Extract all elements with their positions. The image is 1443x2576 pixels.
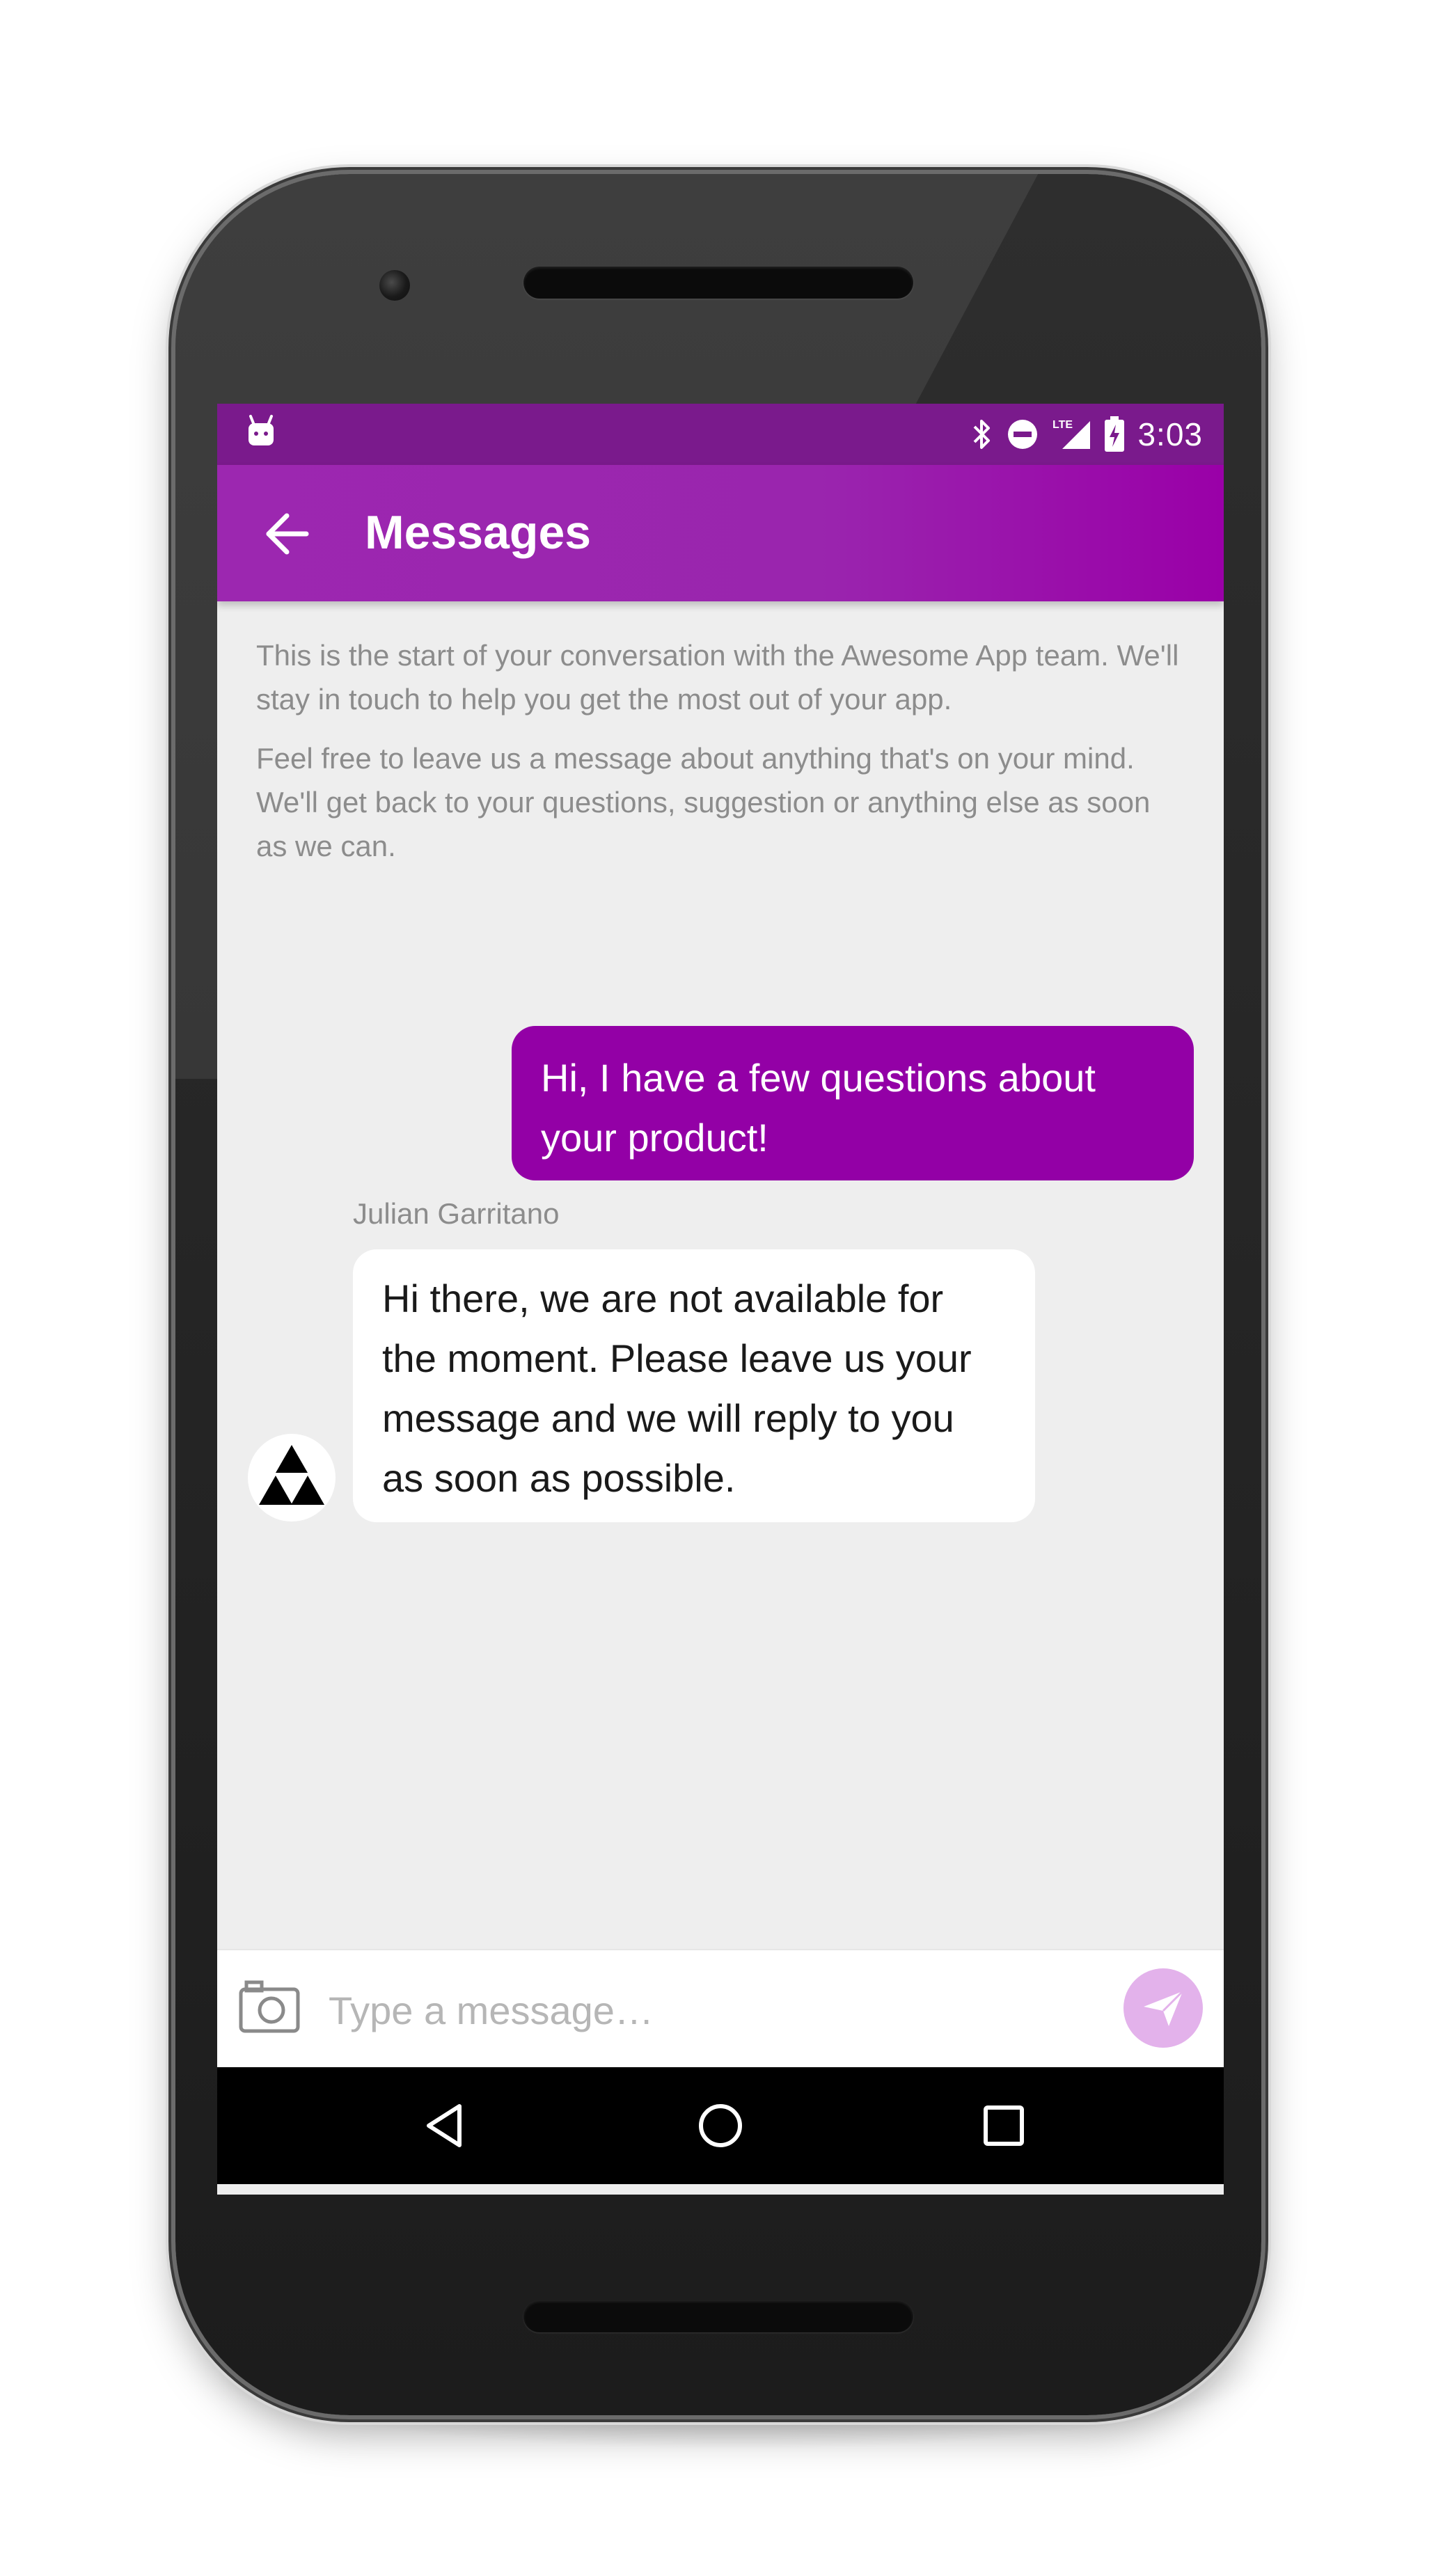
battery-charging-icon [1105,416,1125,452]
outgoing-message-bubble[interactable]: Hi, I have a few questions about your pr… [512,1026,1194,1180]
message-input[interactable] [327,1978,1054,2042]
front-camera [379,270,410,301]
nav-back-icon[interactable] [419,2098,475,2154]
status-icons: LTE 3:03 [972,404,1203,465]
navigation-bar [217,2067,1224,2184]
intro-paragraph-1: This is the start of your conversation w… [256,639,1179,716]
intro-paragraph-2: Feel free to leave us a message about an… [256,742,1151,862]
do-not-disturb-icon [1008,420,1038,449]
bottom-speaker-grille [523,2300,913,2332]
top-speaker-grille [523,267,913,299]
bluetooth-icon [974,420,991,449]
svg-text:LTE: LTE [1052,419,1073,431]
nav-home-icon[interactable] [693,2098,748,2154]
arrow-back-icon[interactable] [263,509,312,558]
app-bar: Messages [217,465,1224,601]
status-time: 3:03 [1137,416,1203,452]
triforce-logo-icon [259,1445,324,1505]
message-composer [217,1949,1224,2069]
nav-recents-icon[interactable] [976,2098,1032,2154]
camera-icon[interactable] [238,1978,301,2035]
status-bar: LTE 3:03 [217,404,1224,465]
incoming-message-bubble[interactable]: Hi there, we are not available for the m… [353,1249,1035,1522]
android-notification-icon [249,415,274,445]
phone-screen: LTE 3:03 Messages This is the start of y… [217,404,1224,2195]
sender-name: Julian Garritano [353,1197,560,1230]
conversation-intro: This is the start of your conversation w… [256,633,1189,883]
page-title: Messages [365,506,592,559]
lte-signal-icon: LTE [1052,419,1091,449]
avatar[interactable] [248,1434,336,1522]
send-button[interactable] [1123,1968,1203,2048]
send-icon [1144,1990,1184,2026]
